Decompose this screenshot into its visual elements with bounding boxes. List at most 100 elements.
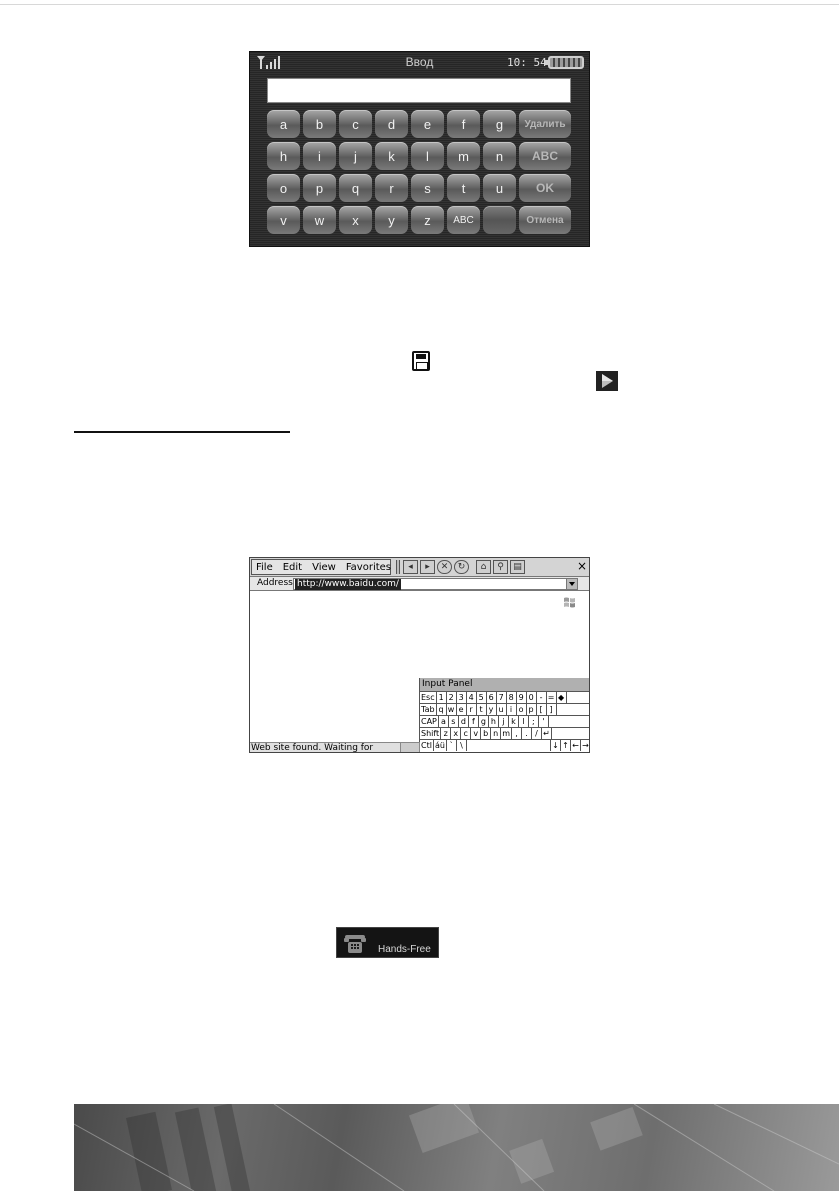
ip-key[interactable]: o: [517, 704, 527, 715]
ip-key[interactable]: 9: [517, 692, 527, 703]
forward-icon[interactable]: ▸: [420, 560, 435, 574]
key-m[interactable]: m: [447, 142, 480, 170]
ip-key[interactable]: -: [537, 692, 547, 703]
ip-key[interactable]: =: [547, 692, 557, 703]
cancel-button[interactable]: Отмена: [519, 206, 571, 234]
ip-key[interactable]: `: [447, 740, 457, 751]
key-blank[interactable]: [483, 206, 516, 234]
key-j[interactable]: j: [339, 142, 372, 170]
close-icon[interactable]: ×: [577, 559, 587, 573]
key-d[interactable]: d: [375, 110, 408, 138]
ip-key[interactable]: j: [499, 716, 509, 727]
key-t[interactable]: t: [447, 174, 480, 202]
ip-key[interactable]: 2: [447, 692, 457, 703]
key-w[interactable]: w: [303, 206, 336, 234]
ip-key[interactable]: t: [477, 704, 487, 715]
ip-key[interactable]: c: [461, 728, 472, 739]
key-o[interactable]: o: [267, 174, 300, 202]
ip-key[interactable]: d: [459, 716, 469, 727]
ip-key[interactable]: ]: [547, 704, 557, 715]
space-key[interactable]: [467, 740, 551, 751]
ip-key[interactable]: 6: [487, 692, 497, 703]
ip-key[interactable]: i: [507, 704, 517, 715]
refresh-icon[interactable]: ↻: [454, 560, 469, 574]
ip-key[interactable]: m: [501, 728, 512, 739]
ip-key[interactable]: .: [522, 728, 532, 739]
ip-key[interactable]: 7: [497, 692, 507, 703]
ip-key[interactable]: k: [509, 716, 519, 727]
ip-key[interactable]: u: [497, 704, 507, 715]
abc-mode-button[interactable]: ABC: [519, 142, 571, 170]
ip-key[interactable]: \: [457, 740, 467, 751]
ip-key[interactable]: ,: [512, 728, 522, 739]
menu-edit[interactable]: Edit: [283, 562, 302, 573]
ip-key[interactable]: 4: [467, 692, 477, 703]
ip-key[interactable]: y: [487, 704, 497, 715]
address-input[interactable]: http://www.baidu.com/: [293, 578, 578, 590]
shift-key[interactable]: Shift: [420, 728, 442, 739]
search-icon[interactable]: ⚲: [493, 560, 508, 574]
ip-key[interactable]: a: [439, 716, 449, 727]
key-c[interactable]: c: [339, 110, 372, 138]
ip-key[interactable]: /: [532, 728, 542, 739]
key-u[interactable]: u: [483, 174, 516, 202]
ok-button[interactable]: OK: [519, 174, 571, 202]
ip-key[interactable]: 8: [507, 692, 517, 703]
key-h[interactable]: h: [267, 142, 300, 170]
ip-key[interactable]: w: [447, 704, 457, 715]
key-x[interactable]: x: [339, 206, 372, 234]
key-s[interactable]: s: [411, 174, 444, 202]
ctrl-key[interactable]: Ctl: [420, 740, 434, 751]
arrow-up-key[interactable]: ↑: [561, 740, 571, 751]
key-y[interactable]: y: [375, 206, 408, 234]
ip-key[interactable]: 3: [457, 692, 467, 703]
ip-key[interactable]: z: [441, 728, 452, 739]
key-q[interactable]: q: [339, 174, 372, 202]
key-abc[interactable]: ABC: [447, 206, 480, 234]
key-e[interactable]: e: [411, 110, 444, 138]
ip-key[interactable]: Esc: [420, 692, 437, 703]
delete-button[interactable]: Удалить: [519, 110, 571, 138]
chevron-down-icon[interactable]: [566, 579, 577, 589]
arrow-right-key[interactable]: →: [581, 740, 589, 751]
menu-view[interactable]: View: [312, 562, 336, 573]
menu-favorites[interactable]: Favorites: [346, 562, 391, 573]
ip-key[interactable]: f: [469, 716, 479, 727]
key-k[interactable]: k: [375, 142, 408, 170]
backspace-key[interactable]: ◆: [557, 692, 567, 703]
stop-icon[interactable]: ✕: [437, 560, 452, 574]
key-b[interactable]: b: [303, 110, 336, 138]
ip-key[interactable]: r: [467, 704, 477, 715]
ip-key[interactable]: n: [491, 728, 502, 739]
caps-key[interactable]: CAP: [420, 716, 439, 727]
ip-key[interactable]: b: [481, 728, 492, 739]
ip-key[interactable]: g: [479, 716, 489, 727]
ip-key[interactable]: x: [451, 728, 462, 739]
back-icon[interactable]: ◂: [403, 560, 418, 574]
key-a[interactable]: a: [267, 110, 300, 138]
key-v[interactable]: v: [267, 206, 300, 234]
favorites-icon[interactable]: ▤: [510, 560, 525, 574]
intl-key[interactable]: áü: [434, 740, 447, 751]
key-n[interactable]: n: [483, 142, 516, 170]
ip-key[interactable]: ;: [529, 716, 539, 727]
arrow-down-key[interactable]: ↓: [551, 740, 561, 751]
key-f[interactable]: f: [447, 110, 480, 138]
key-i[interactable]: i: [303, 142, 336, 170]
ip-key[interactable]: s: [449, 716, 459, 727]
home-icon[interactable]: ⌂: [476, 560, 491, 574]
ip-key[interactable]: 0: [527, 692, 537, 703]
key-l[interactable]: l: [411, 142, 444, 170]
enter-key[interactable]: ↵: [542, 728, 552, 739]
ip-key[interactable]: 1: [437, 692, 447, 703]
ip-key[interactable]: v: [471, 728, 482, 739]
ip-key[interactable]: p: [527, 704, 537, 715]
text-input-field[interactable]: [267, 78, 571, 103]
ip-key[interactable]: [: [537, 704, 547, 715]
key-g[interactable]: g: [483, 110, 516, 138]
tab-key[interactable]: Tab: [420, 704, 437, 715]
ip-key[interactable]: ': [539, 716, 549, 727]
menu-file[interactable]: File: [256, 562, 273, 573]
ip-key[interactable]: l: [519, 716, 529, 727]
ip-key[interactable]: q: [437, 704, 447, 715]
